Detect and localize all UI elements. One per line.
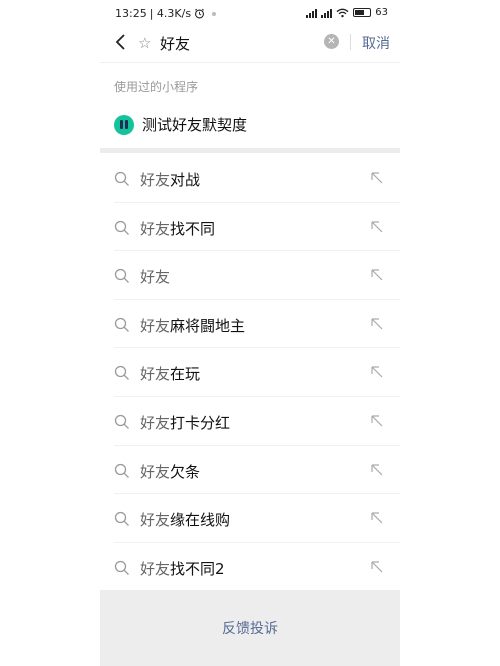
search-icon [114, 366, 129, 381]
fill-query-arrow-icon[interactable] [370, 317, 384, 331]
suggestion-text: 好友找不同 [140, 218, 215, 239]
status-time: 13:25 [115, 7, 147, 20]
mini-app-icon [114, 114, 134, 135]
suggestion-highlight: 好友 [140, 559, 171, 578]
signal-icon [306, 8, 318, 18]
suggestion-rest: 欠条 [170, 462, 201, 481]
fill-query-arrow-icon[interactable] [370, 414, 384, 428]
battery-level: 63 [375, 7, 388, 18]
fill-query-arrow-icon[interactable] [370, 511, 384, 525]
suggestion-highlight: 好友 [140, 268, 171, 287]
suggestion-text: 好友找不同2 [140, 558, 225, 579]
mini-app-item[interactable]: 测试好友默契度 [114, 114, 247, 135]
search-icon [114, 317, 129, 332]
search-header: ☆ ✕ 取消 [100, 28, 400, 58]
suggestion-item[interactable]: 好友欠条 [114, 446, 400, 495]
fill-query-arrow-icon[interactable] [370, 560, 384, 574]
feedback-link[interactable]: 反馈投诉 [100, 618, 400, 638]
suggestion-rest: 打卡分红 [170, 413, 231, 432]
section-separator [100, 148, 400, 153]
suggestion-highlight: 好友 [140, 462, 171, 481]
search-input[interactable] [160, 34, 320, 52]
notification-dot-icon [212, 11, 217, 16]
suggestion-text: 好友 [140, 266, 170, 287]
suggestion-text: 好友在玩 [140, 363, 200, 384]
battery-icon [353, 8, 372, 17]
suggestion-item[interactable]: 好友缘在线购 [114, 494, 400, 543]
suggestion-rest: 找不同 [170, 219, 216, 238]
suggestion-text: 好友打卡分红 [140, 412, 230, 433]
search-box[interactable]: ☆ [138, 30, 340, 56]
status-bar: 13:25 | 4.3K/s 63 [100, 0, 400, 28]
suggestion-rest: 对战 [170, 171, 201, 189]
search-icon [114, 512, 129, 527]
suggestion-text: 好友麻将闘地主 [140, 315, 245, 336]
suggestion-item[interactable]: 好友对战 [114, 154, 400, 203]
suggestion-item[interactable]: 好友找不同 [114, 203, 400, 252]
star-icon: ☆ [138, 34, 152, 52]
suggestion-highlight: 好友 [140, 171, 171, 189]
search-screen: 13:25 | 4.3K/s 63 ☆ 好友 ✕ 取消 使用过的小程序 测试好友… [100, 0, 400, 666]
suggestion-item[interactable]: 好友在玩 [114, 348, 400, 397]
wifi-icon [336, 8, 349, 17]
fill-query-arrow-icon[interactable] [370, 463, 384, 477]
suggestion-highlight: 好友 [140, 365, 171, 384]
suggestion-item[interactable]: 好友找不同2 [114, 543, 400, 592]
suggestion-highlight: 好友 [140, 219, 171, 238]
mini-app-name: 测试好友默契度 [142, 116, 248, 134]
search-icon [114, 269, 129, 284]
status-left: 13:25 | 4.3K/s [115, 7, 217, 20]
suggestion-rest: 在玩 [170, 365, 201, 384]
suggestion-rest: 找不同2 [170, 559, 225, 578]
back-icon[interactable] [110, 31, 132, 53]
divider [350, 34, 351, 50]
search-icon [114, 171, 129, 186]
status-right: 63 [306, 7, 388, 18]
header-divider [100, 62, 400, 63]
suggestion-item[interactable]: 好友 [114, 251, 400, 300]
suggestion-highlight: 好友 [140, 413, 171, 432]
suggestion-item[interactable]: 好友麻将闘地主 [114, 300, 400, 349]
suggestion-list: 好友对战 好友找不同 好友 好友麻将闘地主 好友在玩 好友打卡分红 好友欠条 好… [100, 154, 400, 591]
fill-query-arrow-icon[interactable] [370, 220, 384, 234]
recent-mini-programs-title: 使用过的小程序 [114, 80, 199, 94]
network-speed: | 4.3K/s [149, 7, 192, 20]
suggestion-highlight: 好友 [140, 511, 171, 530]
search-icon [114, 220, 129, 235]
alarm-icon [195, 8, 205, 19]
suggestion-text: 好友对战 [140, 169, 200, 190]
suggestion-rest: 缘在线购 [170, 511, 231, 530]
suggestion-text: 好友欠条 [140, 461, 200, 482]
suggestion-text: 好友缘在线购 [140, 509, 230, 530]
fill-query-arrow-icon[interactable] [370, 365, 384, 379]
cancel-button[interactable]: 取消 [362, 33, 390, 53]
suggestion-rest: 麻将闘地主 [170, 316, 246, 335]
search-icon [114, 463, 129, 478]
search-icon [114, 560, 129, 575]
footer: 反馈投诉 [100, 590, 400, 666]
fill-query-arrow-icon[interactable] [370, 268, 384, 282]
clear-icon[interactable]: ✕ [324, 34, 339, 49]
search-icon [114, 414, 129, 429]
suggestion-item[interactable]: 好友打卡分红 [114, 397, 400, 446]
signal-icon-2 [321, 8, 333, 18]
suggestion-highlight: 好友 [140, 316, 171, 335]
fill-query-arrow-icon[interactable] [370, 171, 384, 185]
